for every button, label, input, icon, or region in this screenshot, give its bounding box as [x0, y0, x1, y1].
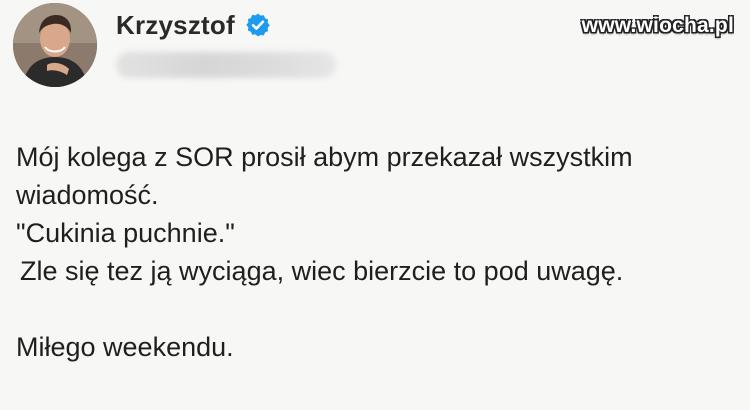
tweet-line: Mój kolega z SOR prosił abym przekazał w… [16, 142, 633, 172]
author-handle-blurred [116, 52, 336, 78]
tweet-card: Krzysztof www.wiocha.pl Mój kolega z SOR… [0, 0, 750, 410]
avatar[interactable] [13, 3, 97, 87]
tweet-line: "Cukinia puchnie." [16, 218, 235, 248]
tweet-line: Zle się tez ją wyciąga, wiec bierzcie to… [20, 256, 624, 286]
tweet-line: Miłego weekendu. [16, 332, 234, 362]
author-display-name[interactable]: Krzysztof [116, 10, 235, 41]
verified-badge-icon [246, 13, 270, 37]
tweet-line: wiadomość. [16, 180, 159, 210]
watermark-text: www.wiocha.pl [581, 14, 734, 37]
avatar-image [13, 3, 97, 87]
tweet-body: Mój kolega z SOR prosił abym przekazał w… [16, 138, 741, 366]
